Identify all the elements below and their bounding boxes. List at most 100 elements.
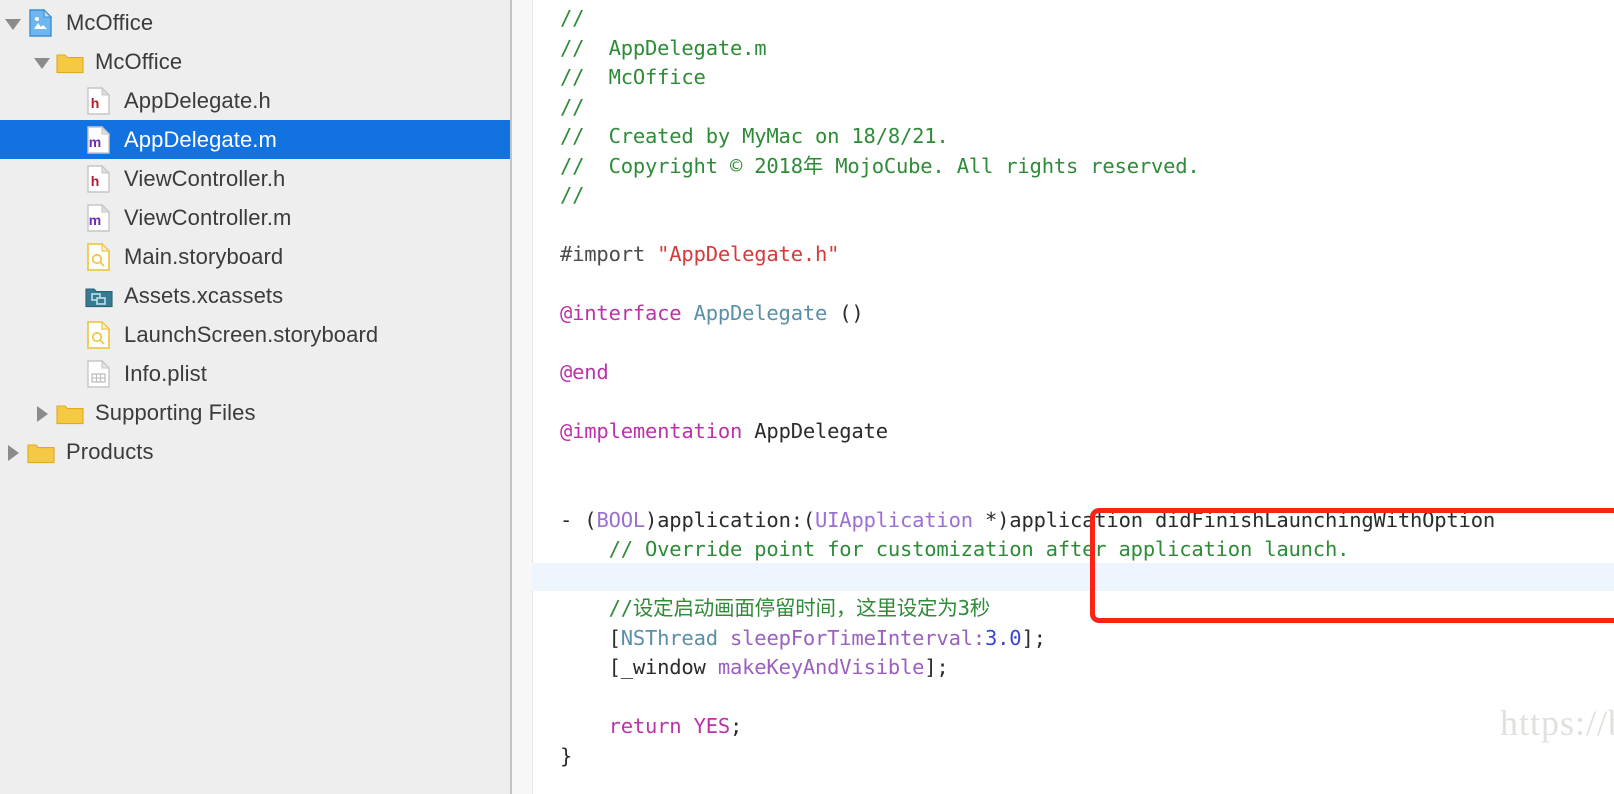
code-line: [_window makeKeyAndVisible]; — [560, 653, 1495, 683]
tree-item-appdelegate-m[interactable]: m AppDelegate.m — [0, 120, 510, 159]
svg-text:m: m — [89, 212, 101, 228]
tree-item-label: AppDelegate.h — [124, 87, 271, 113]
tree-twisty-placeholder — [58, 120, 84, 159]
svg-text:h: h — [91, 95, 100, 111]
tree-item-label: Info.plist — [124, 360, 207, 386]
tree-item-mcoffice[interactable]: McOffice — [0, 3, 510, 42]
project-icon — [26, 8, 56, 38]
tree-item-label: AppDelegate.m — [124, 126, 277, 152]
editor-gutter — [512, 0, 533, 794]
tree-item-viewcontroller-h[interactable]: h ViewController.h — [0, 159, 510, 198]
tree-item-assets-xcassets[interactable]: Assets.xcassets — [0, 276, 510, 315]
tree-item-mcoffice[interactable]: McOffice — [0, 42, 510, 81]
code-token: YES — [693, 714, 731, 738]
code-token: "AppDelegate.h" — [657, 242, 840, 266]
code-token: // AppDelegate.m — [560, 35, 767, 60]
tree-twisty-placeholder — [58, 159, 84, 198]
tree-twisty-placeholder — [58, 237, 84, 276]
chevron-down-icon[interactable] — [29, 42, 55, 81]
code-token: } — [560, 743, 573, 768]
tree-item-supporting-files[interactable]: Supporting Files — [0, 393, 510, 432]
code-line: // — [560, 4, 1495, 34]
code-line: // AppDelegate.m — [560, 34, 1495, 64]
code-token: 3.0 — [985, 625, 1022, 650]
code-token: // — [560, 183, 585, 207]
code-text[interactable]: // // AppDelegate.m // McOffice // // Create… — [532, 0, 1495, 794]
code-line: // Created by MyMac on 18/8/21. — [560, 122, 1495, 152]
project-file-tree: McOffice McOffice h AppDelegate.h m AppD… — [0, 0, 510, 471]
code-line: } — [560, 742, 1495, 772]
code-line: // Override point for customization afte… — [560, 535, 1495, 565]
code-token: ]; — [924, 655, 949, 679]
implementation-file-icon: m — [84, 125, 114, 155]
code-token: // — [560, 6, 585, 30]
code-line: @implementation AppDelegate — [560, 417, 1495, 447]
tree-twisty-placeholder — [58, 81, 84, 120]
implementation-file-icon: m — [84, 203, 114, 233]
code-line: // Copyright © 2018年 MojoCube. All right… — [560, 152, 1495, 182]
tree-twisty-placeholder — [58, 315, 84, 354]
code-token: () — [827, 301, 864, 325]
tree-item-viewcontroller-m[interactable]: m ViewController.m — [0, 198, 510, 237]
svg-text:m: m — [89, 134, 101, 150]
code-token: ]; — [1021, 625, 1046, 650]
tree-item-info-plist[interactable]: Info.plist — [0, 354, 510, 393]
code-line: - (BOOL)application:(UIApplication *)app… — [560, 506, 1495, 536]
code-token: BOOL — [596, 507, 646, 532]
storyboard-file-icon — [84, 242, 114, 272]
code-token: UIApplication — [815, 507, 973, 532]
header-file-icon: h — [84, 86, 114, 116]
chevron-right-icon[interactable] — [29, 393, 55, 432]
code-token: // Copyright © 2018年 MojoCube. All right… — [560, 153, 1200, 178]
tree-item-launchscreen-storyboard[interactable]: LaunchScreen.storyboard — [0, 315, 510, 354]
code-line: [NSThread sleepForTimeInterval:3.0]; — [560, 624, 1495, 654]
tree-item-label: LaunchScreen.storyboard — [124, 321, 379, 347]
folder-icon — [55, 398, 85, 428]
code-token: // Created by MyMac on 18/8/21. — [560, 124, 949, 148]
watermark-primary: https://blog.csdn.net/mojocube — [1500, 703, 1614, 743]
chevron-down-icon[interactable] — [0, 3, 26, 42]
tree-twisty-placeholder — [58, 198, 84, 237]
svg-text:h: h — [91, 173, 100, 189]
code-line: // McOffice — [560, 63, 1495, 93]
tree-item-appdelegate-h[interactable]: h AppDelegate.h — [0, 81, 510, 120]
code-token: makeKeyAndVisible — [717, 655, 925, 679]
header-file-icon: h — [84, 164, 114, 194]
code-token: AppDelegate — [754, 419, 888, 443]
tree-item-main-storyboard[interactable]: Main.storyboard — [0, 237, 510, 276]
code-line: return YES; — [560, 712, 1495, 742]
code-token: // Override point for customization afte… — [560, 537, 1350, 561]
tree-twisty-placeholder — [58, 276, 84, 315]
folder-icon — [26, 437, 56, 467]
chevron-right-icon[interactable] — [0, 432, 26, 471]
tree-item-label: ViewController.h — [124, 165, 286, 191]
code-line: // — [560, 93, 1495, 123]
code-line: @interface AppDelegate () — [560, 299, 1495, 329]
tree-item-label: ViewController.m — [124, 204, 292, 230]
source-code-editor[interactable]: // // AppDelegate.m // McOffice // // Create… — [512, 0, 1614, 794]
tree-item-label: Assets.xcassets — [124, 282, 284, 308]
code-line: // — [560, 181, 1495, 211]
code-token: // McOffice — [560, 65, 706, 89]
plist-file-icon — [84, 359, 114, 389]
code-line: //设定启动画面停留时间，这里设定为3秒 — [560, 594, 1495, 624]
tree-item-products[interactable]: Products — [0, 432, 510, 471]
code-token: //设定启动画面停留时间，这里设定为3秒 — [560, 596, 991, 620]
code-token: sleepForTimeInterval: — [730, 625, 985, 650]
code-token: return — [608, 714, 682, 738]
code-token: @interface — [560, 301, 694, 325]
tree-item-label: Supporting Files — [95, 399, 256, 425]
code-token: [ — [560, 625, 621, 650]
tree-item-label: McOffice — [95, 48, 183, 74]
code-token: NSThread — [620, 625, 718, 650]
code-token: - ( — [560, 507, 597, 532]
